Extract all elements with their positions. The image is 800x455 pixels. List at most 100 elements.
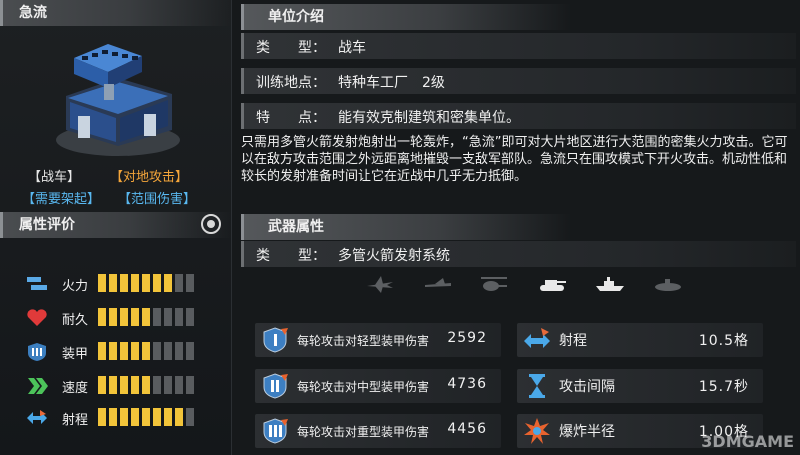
stat-bars — [98, 376, 197, 394]
stat-label: 火力 — [62, 279, 89, 294]
stat-bar-filled — [164, 274, 172, 292]
stat-bar-filled — [109, 274, 117, 292]
stat-bar-empty — [175, 376, 183, 394]
interval-box: 攻击间隔 15.7秒 — [517, 369, 763, 403]
stat-bars — [98, 308, 197, 326]
stat-bar-filled — [175, 408, 183, 426]
stat-bar-filled — [142, 274, 150, 292]
heavy-armor-icon — [263, 418, 288, 444]
stat-label: 速度 — [62, 381, 89, 396]
stat-range: 射程 — [26, 408, 226, 428]
damage-medium-armor: 每轮攻击对中型装甲伤害 4736 — [255, 369, 501, 403]
stat-bar-filled — [109, 342, 117, 360]
stat-bar-filled — [120, 342, 128, 360]
stat-bar-filled — [131, 308, 139, 326]
submarine-icon — [655, 279, 681, 291]
stat-bar-filled — [109, 376, 117, 394]
damage-value: 4736 — [447, 376, 487, 392]
stat-bar-filled — [109, 408, 117, 426]
stat-bar-filled — [131, 342, 139, 360]
stat-bar-filled — [98, 408, 106, 426]
weapon-header: 武器属性 — [241, 214, 571, 240]
tag-area-damage: 【范围伤害】 — [118, 192, 197, 207]
feature-row: 特 点： 能有效克制建筑和密集单位。 — [241, 103, 796, 129]
training-key: 训练地点： — [256, 75, 326, 91]
tag-vehicle: 【战车】 — [28, 170, 81, 185]
range-label: 射程 — [559, 333, 587, 349]
training-value: 特种车工厂 2级 — [338, 75, 445, 91]
stat-bar-empty — [153, 308, 161, 326]
damage-heavy-armor: 每轮攻击对重型装甲伤害 4456 — [255, 414, 501, 448]
stat-bar-empty — [164, 376, 172, 394]
stat-bar-filled — [98, 308, 106, 326]
range-value: 10.5格 — [698, 333, 749, 349]
stat-bar-filled — [109, 308, 117, 326]
tag-deploy: 【需要架起】 — [22, 192, 101, 207]
stat-bar-filled — [98, 376, 106, 394]
unit-detail-panel: 单位介绍 类 型： 战车 训练地点： 特种车工厂 2级 特 点： 能有效克制建筑… — [241, 0, 800, 455]
damage-label: 每轮攻击对轻型装甲伤害 — [297, 334, 430, 348]
light-armor-icon — [263, 327, 288, 353]
target-type-icons — [365, 274, 795, 298]
attribute-header: 属性评价 — [0, 212, 232, 238]
unit-summary-panel: 急流 【战车】 【对地攻击】 【需要架起】 【范围伤害】 属性评价 火力 耐久 … — [0, 0, 232, 455]
explosion-icon — [524, 418, 550, 444]
stat-bars — [98, 408, 197, 426]
stat-bar-empty — [186, 376, 194, 394]
stat-bar-empty — [186, 308, 194, 326]
weapon-type-key: 类 型： — [256, 248, 326, 264]
damage-value: 4456 — [447, 421, 487, 437]
stat-bars — [98, 274, 197, 292]
heart-icon — [27, 309, 47, 326]
range-box: 射程 10.5格 — [517, 323, 763, 357]
jet-icon — [367, 276, 393, 293]
stat-bar-empty — [175, 342, 183, 360]
helicopter-icon — [481, 277, 507, 291]
stat-bar-filled — [142, 342, 150, 360]
double-arrow-icon — [27, 410, 47, 424]
stat-bar-empty — [153, 376, 161, 394]
stat-bar-empty — [164, 342, 172, 360]
damage-light-armor: 每轮攻击对轻型装甲伤害 2592 — [255, 323, 501, 357]
unit-description: 只需用多管火箭发射炮射出一轮轰炸，“急流”即可对大片地区进行大范围的密集火力攻击… — [241, 135, 788, 184]
stat-bar-filled — [98, 342, 106, 360]
damage-value: 2592 — [447, 330, 487, 346]
training-row: 训练地点： 特种车工厂 2级 — [241, 68, 796, 94]
stat-label: 射程 — [62, 413, 89, 428]
weapon-type-value: 多管火箭发射系统 — [338, 248, 450, 264]
stat-bar-filled — [142, 308, 150, 326]
stat-bar-filled — [120, 308, 128, 326]
stat-bar-filled — [142, 408, 150, 426]
stat-bar-empty — [186, 342, 194, 360]
interval-label: 攻击间隔 — [559, 379, 615, 395]
stat-bar-filled — [153, 274, 161, 292]
type-key: 类 型： — [256, 40, 326, 56]
stat-speed: 速度 — [26, 376, 226, 396]
stat-bar-filled — [120, 408, 128, 426]
interval-value: 15.7秒 — [698, 379, 749, 395]
stat-bar-filled — [131, 376, 139, 394]
chevrons-icon — [28, 378, 48, 394]
type-value: 战车 — [338, 40, 366, 56]
medium-armor-icon — [263, 373, 288, 399]
stat-durability: 耐久 — [26, 308, 226, 328]
stat-bar-empty — [186, 274, 194, 292]
stat-label: 耐久 — [62, 313, 89, 328]
weapon-type-row: 类 型： 多管火箭发射系统 — [241, 241, 796, 267]
type-row: 类 型： 战车 — [241, 33, 796, 59]
range-arrow-icon — [524, 328, 550, 348]
stat-bar-filled — [153, 408, 161, 426]
watermark-logo: 3DMGAME — [701, 432, 794, 451]
stat-bar-filled — [142, 376, 150, 394]
stat-bars — [98, 342, 197, 360]
stat-bar-empty — [164, 308, 172, 326]
armor-icon — [28, 343, 46, 361]
tag-ground-attack: 【对地攻击】 — [110, 170, 189, 185]
unit-portrait — [56, 44, 180, 156]
stat-label: 装甲 — [62, 347, 89, 362]
refresh-icon[interactable] — [201, 214, 221, 234]
stat-armor: 装甲 — [26, 342, 226, 362]
stat-bar-filled — [120, 376, 128, 394]
stat-bar-empty — [186, 408, 194, 426]
stat-bar-filled — [120, 274, 128, 292]
